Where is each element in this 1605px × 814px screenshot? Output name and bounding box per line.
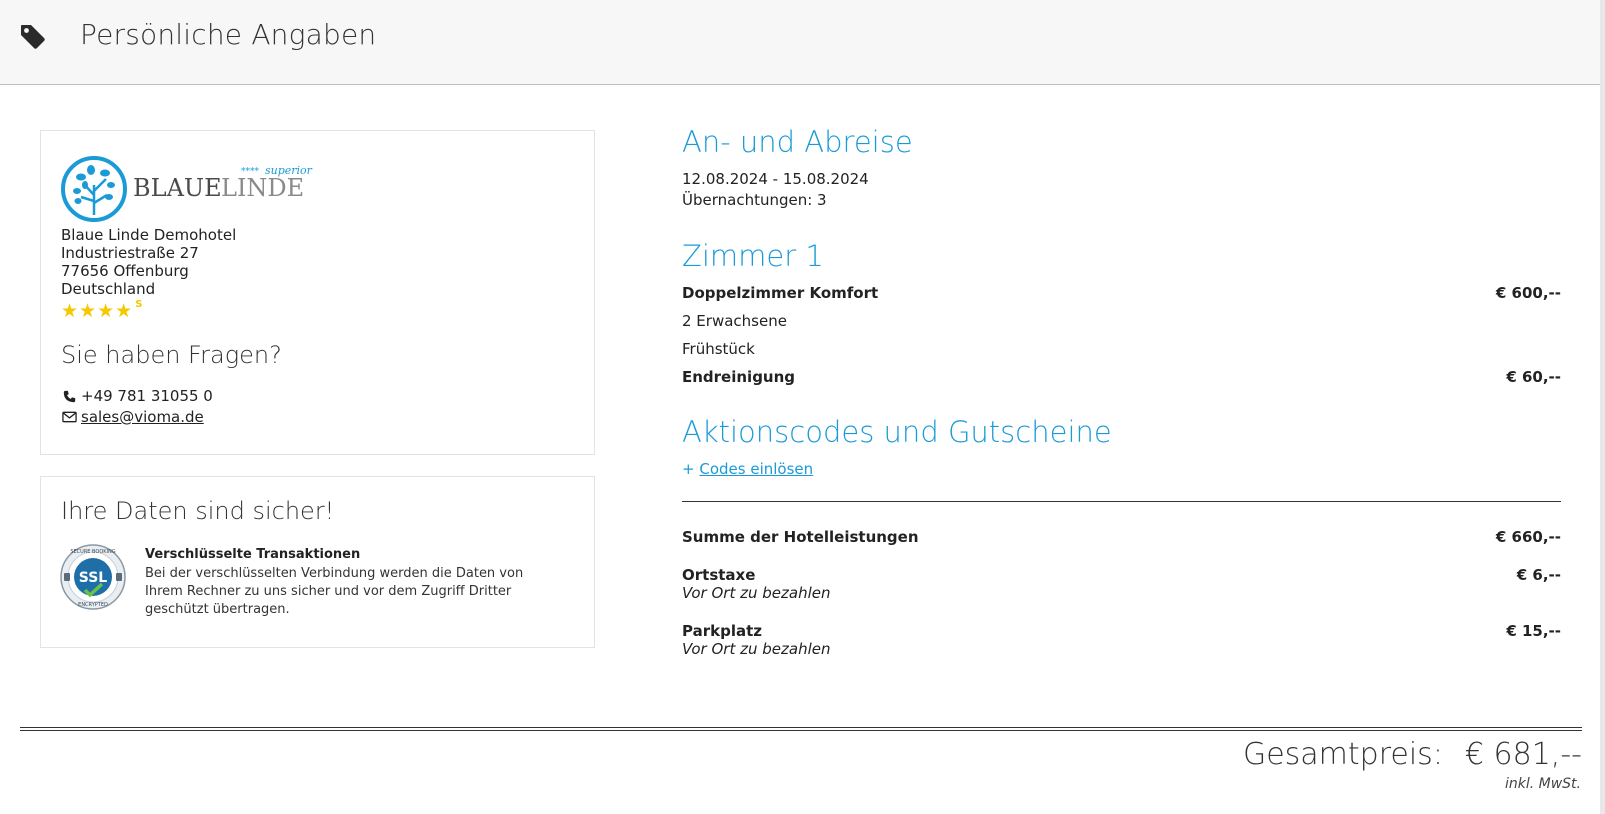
stay-nights: Übernachtungen: 3 [682,191,827,209]
room-guests: 2 Erwachsene [682,312,787,330]
vat-note: inkl. MwSt. [1504,776,1581,792]
room-type: Doppelzimmer Komfort [682,284,879,302]
codes-row: + Codes einlösen [682,460,813,478]
stay-title: An- und Abreise [682,125,913,159]
redeem-codes-link[interactable]: Codes einlösen [699,460,813,478]
star-icon: ★ [79,300,97,322]
tax-note: Vor Ort zu bezahlen [682,584,831,602]
parking-label: Parkplatz [682,622,762,640]
rating-suffix: S [135,299,143,310]
total-price: € 681,-- [1464,737,1582,772]
room-type-price: € 600,-- [1495,284,1561,302]
total-price-row: Gesamtpreis: € 681,-- [1243,737,1582,772]
logo-stars: **** [241,167,260,177]
phone-icon [61,388,77,404]
security-heading: Verschlüsselte Transaktionen [145,547,361,562]
hotel-country: Deutschland [61,280,156,298]
ssl-badge-bottom: ENCRYPTED [78,602,108,608]
hotel-rating: ★ ★ ★ ★ S [61,299,143,322]
hotel-card: BLAUE LINDE **** superior Blaue Linde De… [40,130,595,455]
logo-superior: superior [265,164,313,177]
phone-row: +49 781 31055 0 [61,387,213,405]
phone-number: +49 781 31055 0 [81,387,213,405]
parking-price: € 15,-- [1506,622,1561,640]
scrollbar[interactable] [1600,0,1605,814]
faq-title: Sie haben Fragen? [61,341,282,369]
ssl-badge-top: SECURE BOOKING [70,549,115,555]
ssl-badge: SSL SECURE BOOKING ENCRYPTED [60,544,126,610]
codes-title: Aktionscodes und Gutscheine [682,415,1112,449]
stay-dates: 12.08.2024 - 15.08.2024 [682,170,869,188]
cleaning-label: Endreinigung [682,368,796,386]
hotel-street: Industriestraße 27 [61,244,199,262]
hotel-city: 77656 Offenburg [61,262,189,280]
page-title: Persönliche Angaben [80,18,377,51]
star-icon: ★ [61,300,79,322]
total-divider-top [20,727,1582,728]
star-icon: ★ [115,300,133,322]
codes-prefix: + [682,460,695,478]
star-icon: ★ [97,300,115,322]
total-label: Gesamtpreis: [1242,737,1443,772]
page-header: Persönliche Angaben [0,0,1605,85]
logo-brand-b: LINDE [221,174,304,202]
security-title: Ihre Daten sind sicher! [61,497,335,525]
envelope-icon [61,409,77,425]
tax-label: Ortstaxe [682,566,756,584]
room-board: Frühstück [682,340,755,358]
parking-note: Vor Ort zu bezahlen [682,640,831,658]
security-card: Ihre Daten sind sicher! SSL SECURE BOOKI… [40,476,595,648]
tax-price: € 6,-- [1516,566,1561,584]
hotel-name: Blaue Linde Demohotel [61,226,237,244]
ssl-text: SSL [79,570,108,586]
security-text: Bei der verschlüsselten Verbindung werde… [145,566,524,617]
room-title: Zimmer 1 [682,239,824,273]
divider [682,501,1561,502]
email-row: sales@vioma.de [61,408,204,426]
hotel-sum-price: € 660,-- [1495,528,1561,546]
hotel-logo: BLAUE LINDE **** superior [61,156,313,222]
hotel-sum-label: Summe der Hotelleistungen [682,528,919,546]
total-divider-bottom [20,730,1582,731]
hotel-address: Blaue Linde Demohotel Industriestraße 27… [61,226,236,298]
tag-icon [21,25,45,49]
email-link[interactable]: sales@vioma.de [81,408,204,426]
logo-brand-a: BLAUE [133,174,222,202]
cleaning-price: € 60,-- [1506,368,1561,386]
